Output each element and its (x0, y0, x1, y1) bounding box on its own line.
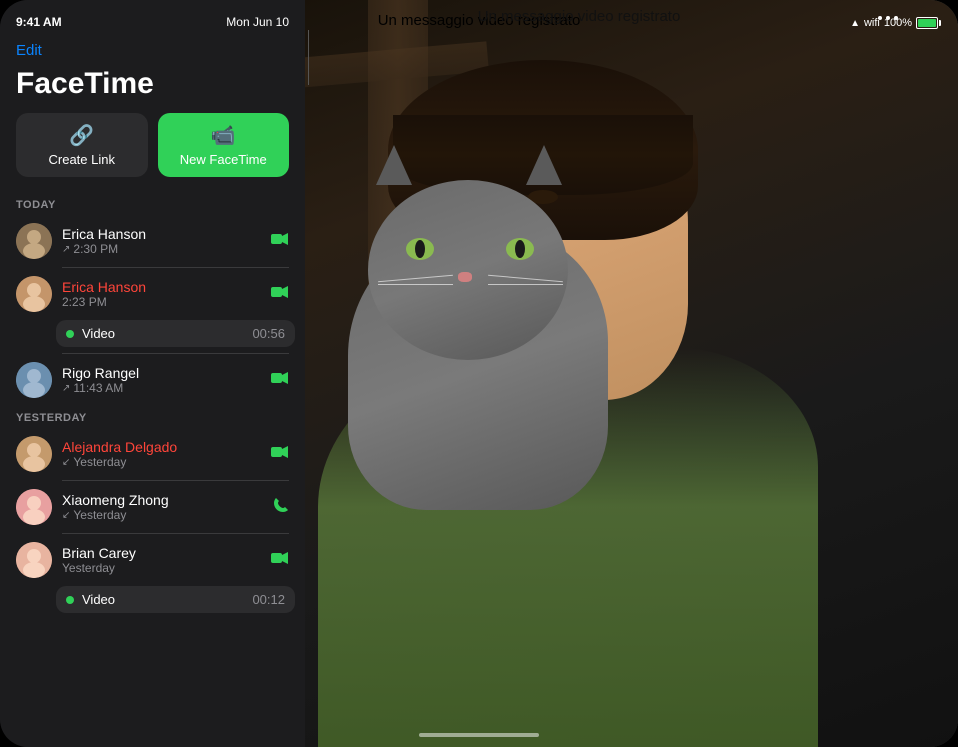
call-info-erica-1: Erica Hanson ↗ 2:30 PM (62, 226, 261, 256)
call-list: TODAY Erica Hanson ↗ 2:30 PM (0, 193, 305, 619)
avatar-alejandra (16, 436, 52, 472)
cat-whisker-2 (378, 284, 453, 285)
call-time-erica-1: ↗ 2:30 PM (62, 242, 261, 256)
link-icon: 🔗 (69, 123, 94, 148)
incoming-arrow-alejandra: ↙ (62, 457, 70, 468)
cat-nose (458, 272, 472, 282)
action-buttons: 🔗 Create Link 📹 New FaceTime (0, 113, 305, 193)
time-value-brian: Yesterday (62, 561, 115, 575)
time-value-rigo: 11:43 AM (73, 381, 123, 395)
ipad-frame: ▲ wifi 100% 9:41 AM Mon Jun 10 Edit (0, 0, 958, 747)
dot-2 (886, 16, 890, 20)
battery-fill (918, 19, 936, 27)
time-value-alejandra: Yesterday (73, 455, 126, 469)
section-header-yesterday: YESTERDAY (0, 406, 305, 428)
call-info-xiaomeng: Xiaomeng Zhong ↙ Yesterday (62, 492, 263, 522)
cat-head (368, 180, 568, 360)
call-time-erica-2: 2:23 PM (62, 295, 261, 309)
section-header-today: TODAY (0, 193, 305, 215)
avatar-erica-1 (16, 223, 52, 259)
avatar-brian (16, 542, 52, 578)
time-value-xiaomeng: Yesterday (73, 508, 126, 522)
dot-1 (878, 16, 882, 20)
avatar-erica-2 (16, 276, 52, 312)
new-facetime-label: New FaceTime (180, 152, 267, 167)
call-name-rigo: Rigo Rangel (62, 365, 261, 381)
date-display: Mon Jun 10 (226, 15, 289, 29)
call-time-brian: Yesterday (62, 561, 261, 575)
signal-icon: ▲ (850, 18, 860, 29)
call-name-erica-1: Erica Hanson (62, 226, 261, 242)
call-item-erica-1[interactable]: Erica Hanson ↗ 2:30 PM (0, 215, 305, 267)
call-info-rigo: Rigo Rangel ↗ 11:43 AM (62, 365, 261, 395)
video-duration-erica-2: 00:56 (252, 326, 285, 341)
outgoing-arrow-erica-1: ↗ (62, 244, 70, 255)
home-indicator (419, 733, 539, 737)
status-bar-right: ▲ wifi 100% (593, 8, 958, 38)
call-item-alejandra[interactable]: Alejandra Delgado ↙ Yesterday (0, 428, 305, 480)
video-camera-icon: 📹 (211, 123, 236, 148)
facetime-title: FaceTime (0, 63, 305, 113)
call-name-brian: Brian Carey (62, 545, 261, 561)
create-link-button[interactable]: 🔗 Create Link (16, 113, 148, 177)
video-label-erica-2: Video (82, 326, 244, 341)
cat-eye-left (406, 238, 434, 260)
cat-whisker-4 (488, 284, 563, 285)
call-item-erica-2[interactable]: Erica Hanson 2:23 PM (0, 268, 305, 320)
call-item-rigo[interactable]: Rigo Rangel ↗ 11:43 AM (0, 354, 305, 406)
cat-ear-left (376, 145, 412, 185)
cat-ear-right (526, 145, 562, 185)
edit-button[interactable]: Edit (16, 38, 42, 63)
video-label-brian: Video (82, 592, 244, 607)
new-facetime-button[interactable]: 📹 New FaceTime (158, 113, 290, 177)
three-dots-menu[interactable] (878, 16, 898, 20)
video-msg-erica-2[interactable]: Video 00:56 (56, 320, 295, 347)
outgoing-arrow-rigo: ↗ (62, 383, 70, 394)
call-time-rigo: ↗ 11:43 AM (62, 381, 261, 395)
video-icon-erica-2 (271, 285, 289, 304)
time-value-erica-1: 2:30 PM (73, 242, 118, 256)
call-item-xiaomeng[interactable]: Xiaomeng Zhong ↙ Yesterday (0, 481, 305, 533)
video-dot-brian (66, 596, 74, 604)
video-icon-brian (271, 551, 289, 570)
incoming-arrow-xiaomeng: ↙ (62, 510, 70, 521)
dot-3 (894, 16, 898, 20)
call-info-brian: Brian Carey Yesterday (62, 545, 261, 575)
video-dot-erica-2 (66, 330, 74, 338)
cat-eye-right (506, 238, 534, 260)
call-name-xiaomeng: Xiaomeng Zhong (62, 492, 263, 508)
video-icon-rigo (271, 371, 289, 390)
call-time-alejandra: ↙ Yesterday (62, 455, 261, 469)
create-link-label: Create Link (49, 152, 115, 167)
call-item-brian[interactable]: Brian Carey Yesterday (0, 534, 305, 586)
avatar-rigo (16, 362, 52, 398)
video-icon-alejandra (271, 445, 289, 464)
call-info-erica-2: Erica Hanson 2:23 PM (62, 279, 261, 309)
call-info-alejandra: Alejandra Delgado ↙ Yesterday (62, 439, 261, 469)
call-name-alejandra: Alejandra Delgado (62, 439, 261, 455)
call-name-erica-2: Erica Hanson (62, 279, 261, 295)
time-value-erica-2: 2:23 PM (62, 295, 107, 309)
video-icon-erica-1 (271, 232, 289, 251)
photo-area: ▲ wifi 100% (288, 0, 958, 747)
battery-icon (916, 17, 938, 29)
phone-icon-xiaomeng (273, 497, 289, 518)
video-msg-brian[interactable]: Video 00:12 (56, 586, 295, 613)
video-duration-brian: 00:12 (252, 592, 285, 607)
avatar-xiaomeng (16, 489, 52, 525)
call-time-xiaomeng: ↙ Yesterday (62, 508, 263, 522)
time-display: 9:41 AM (16, 15, 62, 29)
left-panel: 9:41 AM Mon Jun 10 Edit FaceTime 🔗 Creat… (0, 0, 305, 747)
